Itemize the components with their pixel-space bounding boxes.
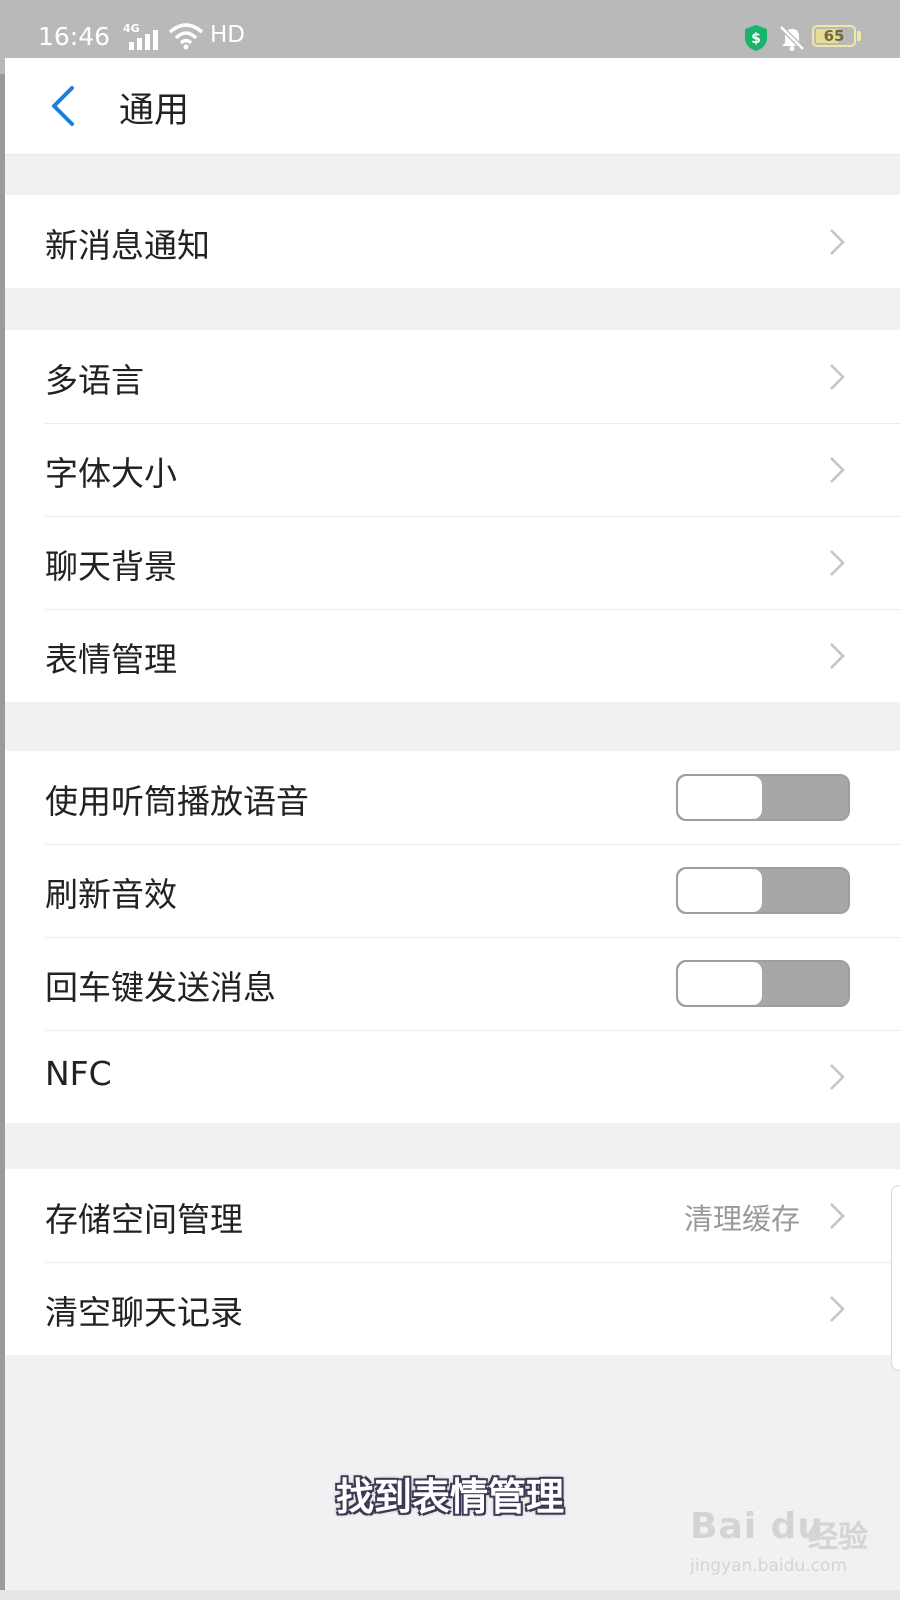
svg-text:$: $: [751, 31, 761, 47]
row-label: 清空聊天记录: [45, 1293, 243, 1332]
battery-icon: 65: [812, 25, 856, 47]
row-label: 回车键发送消息: [45, 968, 276, 1007]
row-new-message-notification[interactable]: 新消息通知: [5, 195, 900, 288]
row-label: 使用听筒播放语音: [45, 782, 309, 821]
battery-percent: 65: [823, 27, 845, 45]
page-title: 通用: [119, 91, 190, 131]
chevron-right-icon: [830, 550, 845, 576]
chevron-right-icon: [830, 1296, 845, 1322]
row-emoji-management[interactable]: 表情管理: [5, 609, 900, 702]
row-enter-to-send: 回车键发送消息: [5, 937, 900, 1030]
clear-cache-value: 清理缓存: [683, 1202, 800, 1236]
row-label: 多语言: [45, 361, 144, 400]
edge-scroll-tab[interactable]: [891, 1185, 900, 1371]
settings-group-display: 多语言 字体大小 聊天背景 表情管理: [5, 330, 900, 702]
watermark-text: 经验: [808, 1520, 868, 1555]
battery-tip: [857, 31, 861, 41]
watermark-url: jingyan.baidu.com: [690, 1556, 847, 1576]
row-label: 表情管理: [45, 640, 177, 679]
row-language[interactable]: 多语言: [5, 330, 900, 423]
chevron-right-icon: [830, 364, 845, 390]
row-label: 字体大小: [45, 454, 177, 493]
row-clear-chat-history[interactable]: 清空聊天记录: [5, 1262, 900, 1355]
row-label: 新消息通知: [45, 226, 210, 265]
chevron-right-icon: [830, 457, 845, 483]
toggle-switch[interactable]: [676, 960, 850, 1007]
chevron-right-icon: [830, 1203, 845, 1229]
baidu-jingyan-watermark: Bai du 经验 jingyan.baidu.com: [690, 1506, 880, 1586]
row-label: 刷新音效: [45, 875, 177, 914]
toggle-knob: [678, 962, 762, 1005]
back-arrow-icon[interactable]: [45, 84, 81, 128]
row-storage-management[interactable]: 存储空间管理 清理缓存: [5, 1169, 900, 1262]
row-chat-background[interactable]: 聊天背景: [5, 516, 900, 609]
signal-icon: [129, 30, 158, 50]
chevron-right-icon: [830, 1064, 845, 1090]
toggle-switch[interactable]: [676, 867, 850, 914]
row-refresh-sound: 刷新音效: [5, 844, 900, 937]
security-shield-icon: $: [745, 25, 767, 51]
row-earpiece-playback: 使用听筒播放语音: [5, 751, 900, 844]
settings-group-notifications: 新消息通知: [5, 195, 900, 288]
row-label: NFC: [45, 1054, 112, 1093]
row-label: 存储空间管理: [45, 1200, 243, 1239]
settings-group-sound: 使用听筒播放语音 刷新音效 回车键发送消息 NFC: [5, 751, 900, 1123]
toggle-switch[interactable]: [676, 774, 850, 821]
toggle-knob: [678, 776, 762, 819]
settings-group-storage: 存储空间管理 清理缓存 清空聊天记录: [5, 1169, 900, 1355]
row-font-size[interactable]: 字体大小: [5, 423, 900, 516]
chevron-right-icon: [830, 643, 845, 669]
row-nfc[interactable]: NFC: [5, 1030, 900, 1123]
bell-muted-icon: [779, 25, 805, 51]
status-time: 16:46: [38, 22, 111, 51]
wifi-icon: [168, 23, 204, 50]
header: 通用: [5, 58, 900, 155]
toggle-knob: [678, 869, 762, 912]
row-label: 聊天背景: [45, 547, 177, 586]
bottom-strip: [0, 1590, 900, 1600]
chevron-right-icon: [830, 229, 845, 255]
watermark-logo: Bai du: [690, 1506, 825, 1547]
hd-indicator: HD: [210, 22, 246, 48]
